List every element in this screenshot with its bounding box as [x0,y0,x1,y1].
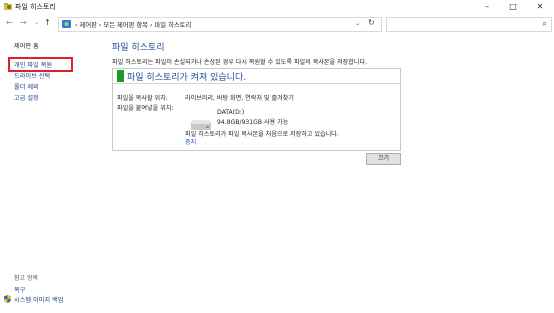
stop-link[interactable]: 중지 [185,137,196,146]
sidebar-item-select-drive[interactable]: 드라이브 선택 [14,71,50,80]
window-title: 파일 히스토리 [15,3,56,11]
address-dropdown-icon[interactable]: ⌄ [355,20,360,27]
minimize-button[interactable]: – [474,0,500,14]
copy-from-label: 파일을 복사할 위치: [117,95,168,102]
sidebar: 제어판 홈 개인 파일 복원 드라이브 선택 폴더 제외 고급 설정 참고 항목… [0,33,100,313]
address-bar[interactable]: › 제어판 › 모든 제어판 항목 › 파일 히스토리 ⌄ ↻ [58,17,382,32]
breadcrumb[interactable]: › 제어판 › 모든 제어판 항목 › 파일 히스토리 [75,20,191,29]
drive-name: DATA(D:) [217,109,245,116]
back-arrow-icon[interactable]: ← [6,18,13,27]
sidebar-item-restore-files[interactable]: 개인 파일 복원 [14,60,52,69]
file-history-icon [4,3,12,10]
drive-space: 94.8GB/931GB 사용 가능 [217,119,289,126]
status-panel: 파일 히스토리가 켜져 있습니다. 파일을 복사할 위치: 라이브러리, 바탕 … [112,68,401,151]
sidebar-item-advanced-settings[interactable]: 고급 설정 [14,93,39,102]
page-title: 파일 히스토리 [112,43,165,53]
sidebar-item-system-image-backup[interactable]: 시스템 이미지 백업 [14,295,63,304]
status-text: 파일 히스토리가 파일 복사본을 처음으로 저장하고 있습니다. [185,131,339,138]
forward-arrow-icon[interactable]: → [20,18,27,27]
sidebar-item-home[interactable]: 제어판 홈 [14,41,39,50]
title-bar: 파일 히스토리 – □ ✕ [0,0,554,14]
copy-from-value: 라이브러리, 바탕 화면, 연락처 및 즐겨찾기 [185,95,294,102]
see-also-heading: 참고 항목 [14,275,38,282]
close-button[interactable]: ✕ [527,0,553,14]
page-description: 파일 히스토리는 파일이 손실되거나 손상된 경우 다시 복원할 수 있도록 파… [112,59,368,66]
maximize-button[interactable]: □ [500,0,526,14]
search-icon[interactable]: ⌕ [543,19,547,29]
sidebar-item-exclude-folders[interactable]: 폴더 제외 [14,82,39,91]
shield-icon [4,295,11,303]
refresh-icon[interactable]: ↻ [368,18,375,27]
turn-off-button[interactable]: 끄기 [366,153,401,165]
search-box[interactable]: ⌕ [386,17,552,32]
copy-to-label: 파일을 붙여넣을 위치: [117,105,174,112]
status-indicator [117,70,124,82]
navigation-bar: ← → ⌄ ↑ › 제어판 › 모든 제어판 항목 › 파일 히스토리 ⌄ ↻ … [0,14,554,33]
status-title: 파일 히스토리가 켜져 있습니다. [127,73,247,83]
up-arrow-icon[interactable]: ↑ [44,18,51,27]
recent-locations-icon[interactable]: ⌄ [34,19,39,26]
sidebar-item-recovery[interactable]: 복구 [14,285,25,294]
control-panel-icon [62,20,71,28]
status-header: 파일 히스토리가 켜져 있습니다. [113,69,400,84]
